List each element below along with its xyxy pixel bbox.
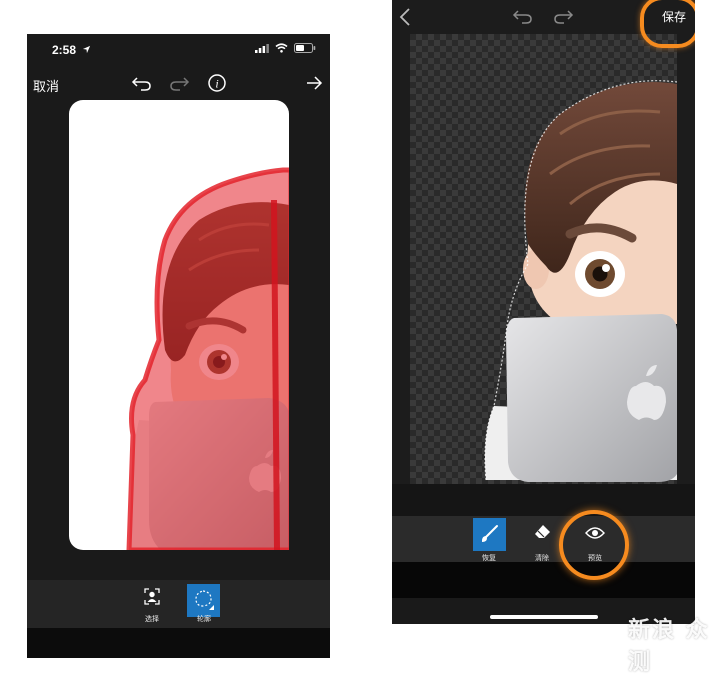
mask-toolbar: 选择 轮廓 bbox=[27, 580, 330, 628]
left-phone-screen: 2:58 取消 i 选择 轮廓 bbox=[27, 34, 330, 658]
outline-tool-button[interactable]: 轮廓 bbox=[187, 584, 220, 623]
sina-watermark: 新浪 众测 bbox=[628, 618, 710, 675]
restore-tool-button[interactable]: 恢复 bbox=[473, 518, 506, 562]
info-icon[interactable]: i bbox=[207, 73, 227, 93]
bottom-area bbox=[27, 628, 330, 658]
erase-tool-button[interactable]: 清除 bbox=[522, 520, 562, 562]
location-arrow-icon bbox=[82, 45, 91, 54]
canvas-bottom-bar bbox=[392, 484, 695, 516]
cutout-memoji-image bbox=[484, 80, 677, 482]
brush-icon bbox=[482, 525, 498, 542]
status-bar: 2:58 bbox=[27, 34, 330, 66]
right-phone-screen: 保存 恢复 清除 预览 bbox=[392, 0, 695, 624]
redo-icon[interactable] bbox=[168, 73, 190, 93]
wifi-icon bbox=[275, 43, 288, 53]
transparent-preview-canvas[interactable] bbox=[410, 34, 677, 484]
undo-icon[interactable] bbox=[131, 73, 153, 93]
save-highlight-ring bbox=[640, 0, 695, 48]
person-select-icon bbox=[144, 588, 160, 605]
undo-icon[interactable] bbox=[512, 7, 534, 27]
edit-canvas[interactable] bbox=[69, 100, 289, 550]
editor-nav-bar: 取消 i bbox=[27, 68, 330, 100]
preview-highlight-ring bbox=[559, 510, 629, 580]
cellular-signal-icon bbox=[255, 43, 269, 53]
lasso-outline-icon bbox=[195, 590, 214, 610]
svg-text:i: i bbox=[215, 77, 218, 91]
bottom-area bbox=[392, 562, 695, 598]
chevron-left-icon[interactable] bbox=[398, 7, 412, 27]
outline-tool-label: 轮廓 bbox=[197, 615, 211, 623]
eraser-icon bbox=[535, 525, 550, 538]
home-indicator[interactable] bbox=[490, 615, 598, 619]
select-tool-label: 选择 bbox=[145, 615, 159, 623]
cancel-button[interactable]: 取消 bbox=[33, 76, 59, 95]
arrow-right-icon[interactable] bbox=[304, 73, 324, 93]
redo-icon[interactable] bbox=[552, 7, 574, 27]
battery-icon bbox=[294, 43, 316, 53]
select-tool-button[interactable]: 选择 bbox=[132, 588, 172, 628]
preview-toolbar: 恢复 清除 预览 bbox=[392, 516, 695, 562]
status-time: 2:58 bbox=[52, 43, 77, 57]
memoji-image bbox=[126, 167, 289, 550]
